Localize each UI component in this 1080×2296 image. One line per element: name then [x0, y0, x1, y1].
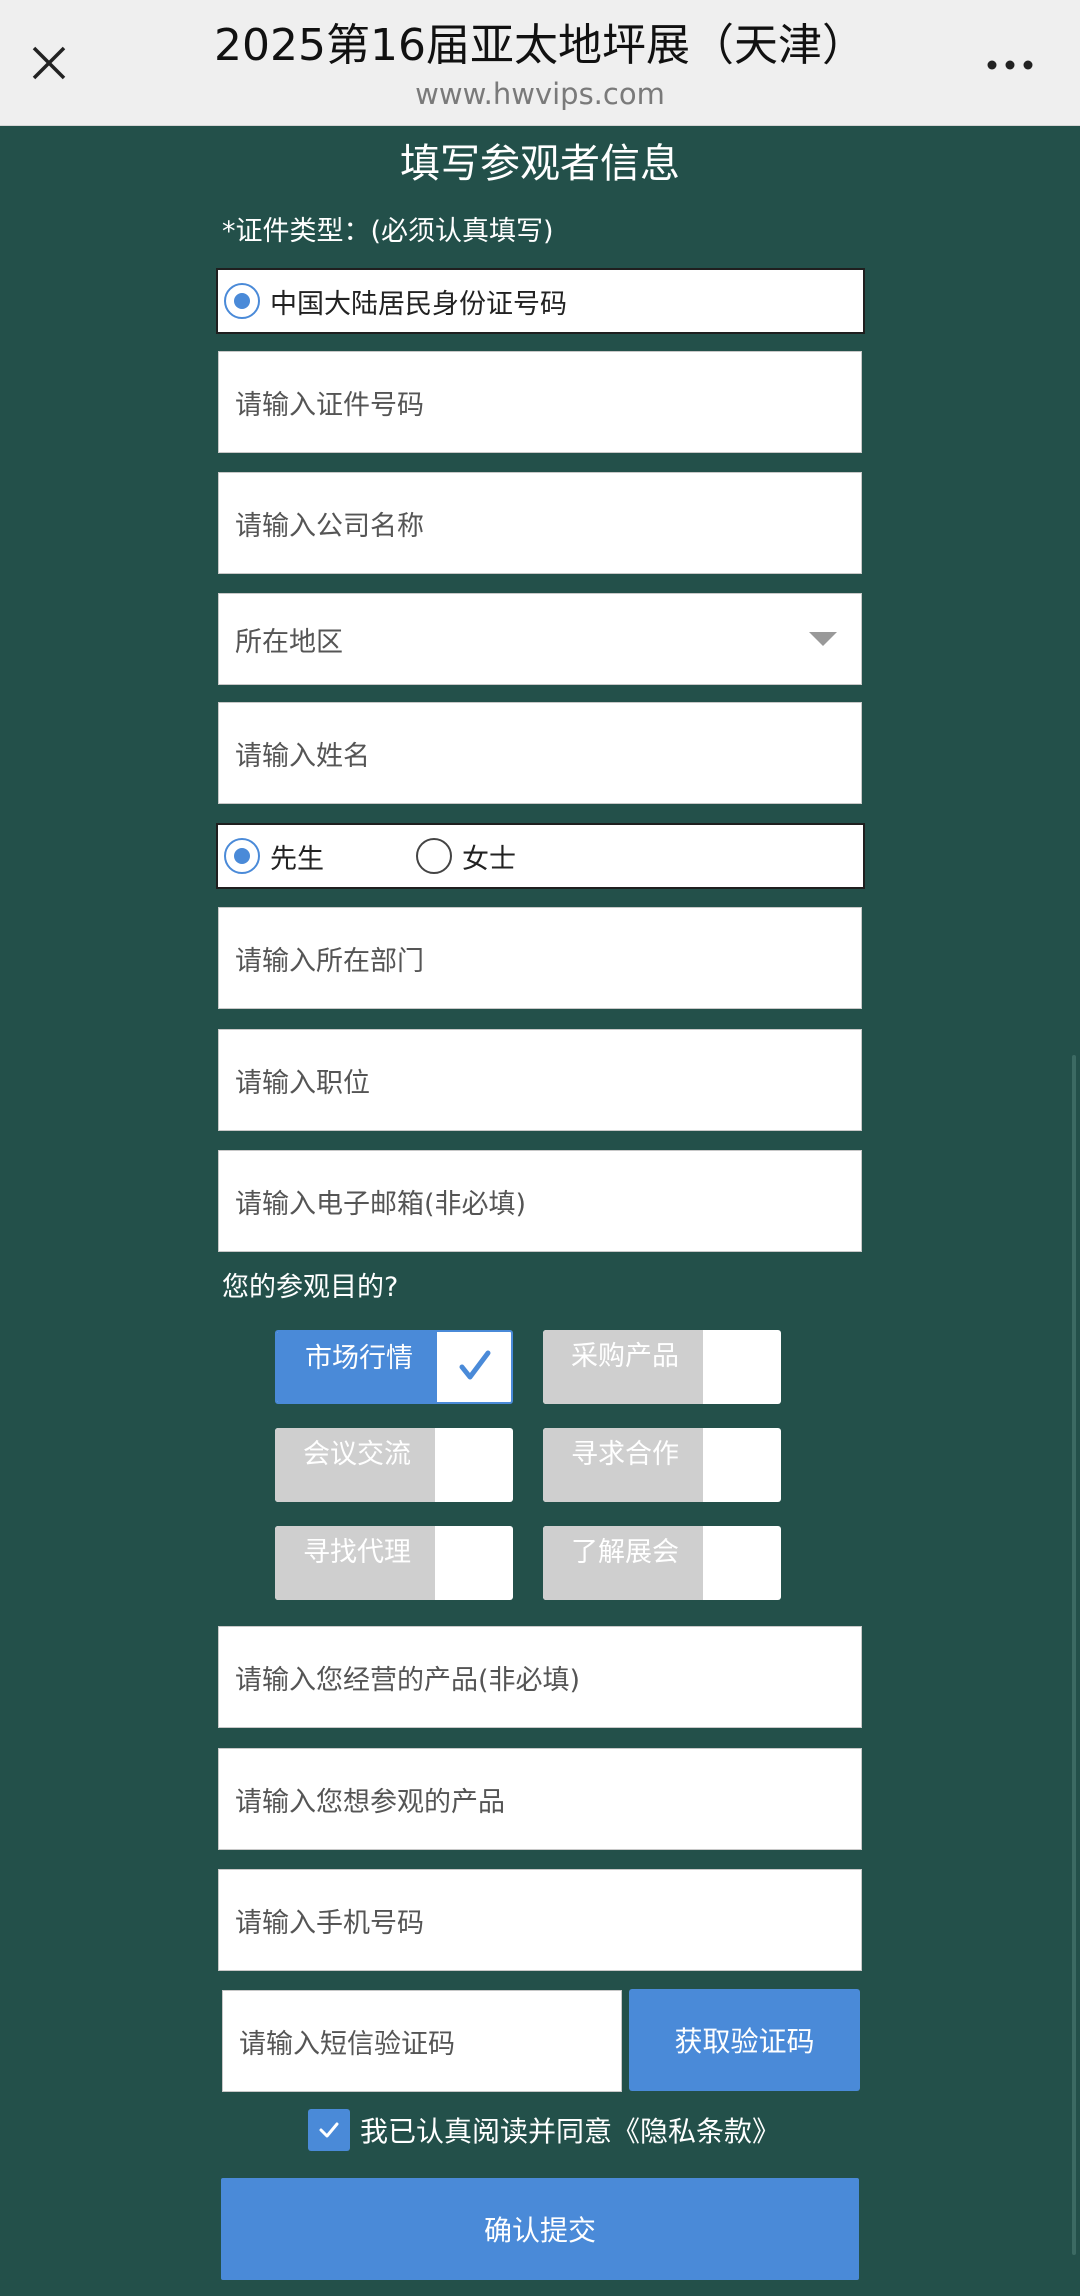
email-placeholder: 请输入电子邮箱(非必填)	[235, 1188, 527, 1220]
purpose-agent-label: 寻找代理	[275, 1526, 435, 1600]
agree-checkbox[interactable]	[308, 2109, 350, 2151]
products-wanted-input[interactable]: 请输入您想参观的产品	[218, 1748, 862, 1850]
id-type-option-mainland[interactable]: 中国大陆居民身份证号码	[224, 282, 567, 321]
company-placeholder: 请输入公司名称	[235, 510, 424, 542]
products-wanted-placeholder: 请输入您想参观的产品	[235, 1786, 505, 1818]
purpose-label: 您的参观目的?	[222, 1272, 399, 1303]
checkmark-icon	[319, 2122, 339, 2138]
form-title: 填写参观者信息	[400, 141, 680, 187]
close-icon[interactable]	[24, 38, 74, 88]
page-url: www.hwvips.com	[415, 77, 665, 111]
purpose-exhibition-label: 了解展会	[543, 1526, 703, 1600]
privacy-agree-row: 我已认真阅读并同意《隐私条款》	[308, 2108, 780, 2152]
products-operated-placeholder: 请输入您经营的产品(非必填)	[235, 1664, 581, 1696]
gender-option-label: 女士	[462, 843, 516, 875]
get-sms-code-button[interactable]: 获取验证码	[629, 1989, 860, 2091]
sms-code-input[interactable]: 请输入短信验证码	[222, 1990, 622, 2092]
purpose-cooperation-label: 寻求合作	[543, 1428, 703, 1502]
submit-button[interactable]: 确认提交	[221, 2178, 859, 2280]
id-type-row: 中国大陆居民身份证号码	[216, 268, 865, 334]
id-type-label: *证件类型：(必须认真填写)	[222, 216, 554, 247]
name-input[interactable]: 请输入姓名	[218, 702, 862, 804]
position-input[interactable]: 请输入职位	[218, 1029, 862, 1131]
gender-row: 先生 女士	[216, 823, 865, 889]
purpose-market-label: 市场行情	[277, 1332, 437, 1402]
dropdown-arrow-icon	[809, 632, 837, 646]
products-operated-input[interactable]: 请输入您经营的产品(非必填)	[218, 1626, 862, 1728]
purpose-market[interactable]: 市场行情	[275, 1330, 513, 1404]
purpose-exhibition[interactable]: 了解展会	[543, 1526, 781, 1600]
phone-placeholder: 请输入手机号码	[235, 1907, 424, 1939]
phone-input[interactable]: 请输入手机号码	[218, 1869, 862, 1971]
company-input[interactable]: 请输入公司名称	[218, 472, 862, 574]
purpose-purchase[interactable]: 采购产品	[543, 1330, 781, 1404]
page-scrollbar[interactable]	[1072, 1055, 1076, 2255]
empty-check-area	[703, 1526, 781, 1600]
region-select[interactable]: 所在地区	[218, 593, 862, 685]
checkmark-icon	[437, 1332, 511, 1402]
empty-check-area	[703, 1428, 781, 1502]
empty-check-area	[435, 1428, 513, 1502]
department-placeholder: 请输入所在部门	[235, 945, 424, 977]
radio-checked-icon	[224, 838, 260, 874]
more-options-icon[interactable]	[980, 50, 1040, 80]
department-input[interactable]: 请输入所在部门	[218, 907, 862, 1009]
purpose-cooperation[interactable]: 寻求合作	[543, 1428, 781, 1502]
gender-option-mr[interactable]: 先生	[224, 837, 324, 876]
position-placeholder: 请输入职位	[235, 1067, 370, 1099]
name-placeholder: 请输入姓名	[235, 740, 370, 772]
top-nav-bar: 2025第16届亚太地坪展（天津） www.hwvips.com	[0, 0, 1080, 126]
purpose-meeting[interactable]: 会议交流	[275, 1428, 513, 1502]
empty-check-area	[435, 1526, 513, 1600]
region-placeholder: 所在地区	[235, 626, 343, 658]
empty-check-area	[703, 1330, 781, 1404]
purpose-meeting-label: 会议交流	[275, 1428, 435, 1502]
id-number-placeholder: 请输入证件号码	[235, 389, 424, 421]
radio-checked-icon	[224, 283, 260, 319]
gender-option-label: 先生	[270, 843, 324, 875]
id-type-option-label: 中国大陆居民身份证号码	[270, 288, 567, 320]
purpose-agent[interactable]: 寻找代理	[275, 1526, 513, 1600]
sms-code-placeholder: 请输入短信验证码	[239, 2028, 455, 2060]
page-title: 2025第16届亚太地坪展（天津）	[214, 20, 866, 71]
email-input[interactable]: 请输入电子邮箱(非必填)	[218, 1150, 862, 1252]
purpose-purchase-label: 采购产品	[543, 1330, 703, 1404]
id-number-input[interactable]: 请输入证件号码	[218, 351, 862, 453]
radio-unchecked-icon	[416, 838, 452, 874]
gender-option-ms[interactable]: 女士	[416, 837, 516, 876]
agree-text[interactable]: 我已认真阅读并同意《隐私条款》	[360, 2110, 780, 2150]
